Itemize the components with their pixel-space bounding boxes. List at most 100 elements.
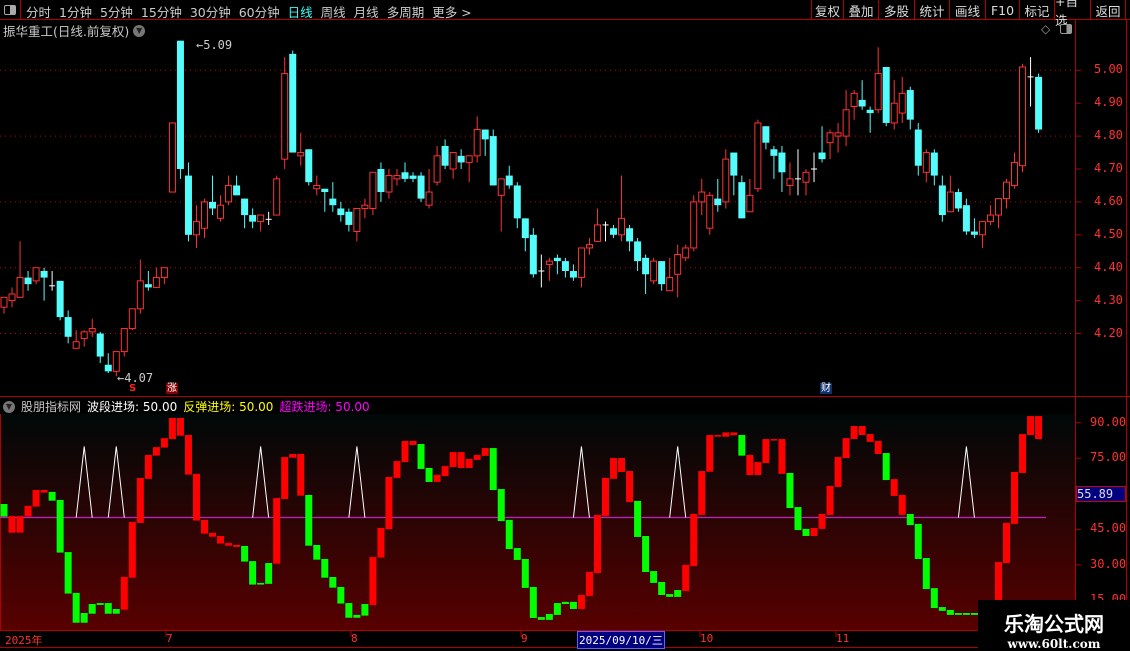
indicator-bar [1027,416,1035,436]
stock-name: 振华重工(日线.前复权) [3,24,130,39]
candle-up [682,247,690,259]
indicator-name[interactable]: 股朋指标网 [21,398,81,415]
limit-up-marker[interactable]: 涨 [166,383,178,394]
mark-button[interactable]: 标记 [1019,0,1054,20]
candle-down [626,228,634,242]
indicator-bar [569,601,577,609]
indicator-bar [602,477,609,517]
tab-daily[interactable]: 日线 [288,2,313,21]
f10-button[interactable]: F10 [985,0,1019,20]
indicator-bar [754,462,762,476]
indicator-bar [72,592,80,623]
candle-up [1019,66,1027,167]
candle-up [618,217,626,236]
candle-up [946,191,954,213]
indicator-bar [618,458,626,472]
chevron-down-icon[interactable]: ▼ [133,24,146,37]
overlay-button[interactable]: 叠加 [843,0,878,20]
candle-down [569,270,577,278]
indicator-bar [626,471,634,503]
tab-fenshi[interactable]: 分时 [26,2,51,21]
candle-up [497,178,505,196]
indicator-bar [473,454,481,460]
candle-up [994,198,1002,216]
candle-up [16,277,24,298]
indicator-bar [441,466,449,477]
indicator-bar [265,563,273,584]
indicator-bar [922,558,930,590]
indicator-bar [457,452,465,468]
candle-down [778,152,786,173]
tab-more[interactable]: 更多 > [432,2,471,21]
diamond-icon[interactable]: ◇ [1041,22,1050,36]
indicator-bar [56,499,64,553]
signal-marker-s[interactable]: S [128,383,137,394]
chevron-down-icon[interactable]: ▼ [3,400,15,413]
indicator-bar [770,439,778,441]
finance-marker[interactable]: 财 [820,383,832,394]
tab-15min[interactable]: 15分钟 [141,2,182,21]
indicator-bar [537,617,545,620]
draw-line-button[interactable]: 画线 [949,0,985,20]
indicator-bar [738,435,746,456]
panel-icon[interactable] [1060,24,1072,34]
panel-toggle-button[interactable] [0,0,21,20]
tab-60min[interactable]: 60分钟 [239,2,280,21]
date-label-nov: 11 [836,632,850,645]
indicator-bar [281,457,289,500]
tab-30min[interactable]: 30分钟 [190,2,231,21]
current-indicator-value: 55.89 [1076,486,1126,502]
candle-up [746,194,754,213]
candle-down [56,280,64,318]
candle-down [818,152,826,160]
candle-up [786,178,794,186]
indicator-bar [489,448,497,491]
indicator-bar [337,586,345,604]
candle-up [754,122,762,190]
candle-up [192,221,200,236]
add-watchlist-button[interactable]: +自选 [1054,0,1090,28]
candle-up [666,277,674,292]
indicator-bar [329,576,337,588]
candle-up [1003,181,1010,200]
candle-down [730,152,738,176]
candle-down [233,185,241,196]
tab-1min[interactable]: 1分钟 [59,2,92,21]
statistics-button[interactable]: 统计 [914,0,949,20]
candle-down [762,126,770,143]
indicator-bar [112,608,120,614]
candle-up [152,277,160,288]
indicator-bar [481,448,489,456]
indicator-bar [666,594,674,597]
candle-down [184,175,192,235]
indicator-bar [257,582,265,585]
indicator-bar [698,471,706,515]
indicator-bar [818,513,826,529]
candle-up [850,92,858,107]
tab-multi-period[interactable]: 多周期 [387,2,425,21]
indicator-bar [120,576,128,610]
indicator-bar [401,440,409,463]
indicator-bar [706,435,714,472]
price-tick-label: 4.60 [1094,193,1123,208]
candle-up [449,152,457,170]
candle-down [858,99,866,107]
candle-up [257,214,265,223]
candle-down [176,40,184,169]
tab-monthly[interactable]: 月线 [354,2,379,21]
candle-up [273,178,281,216]
back-button[interactable]: 返回 [1090,0,1126,20]
indicator-tick-label: 90.00 [1090,414,1127,429]
price-tick-label: 5.00 [1094,62,1123,77]
candle-down [329,198,337,206]
indicator-bar [545,613,553,620]
tab-weekly[interactable]: 周线 [321,2,346,21]
toolbar: 分时 1分钟 5分钟 15分钟 30分钟 60分钟 日线 周线 月线 多周期 更… [0,0,1130,28]
indicator-bar [192,473,200,521]
tab-5min[interactable]: 5分钟 [100,2,133,21]
multi-stock-button[interactable]: 多股 [878,0,914,20]
candle-down [914,129,922,166]
kline-chart[interactable] [0,0,1130,650]
indicator-bar [834,457,842,487]
fuquan-button[interactable]: 复权 [811,0,843,20]
